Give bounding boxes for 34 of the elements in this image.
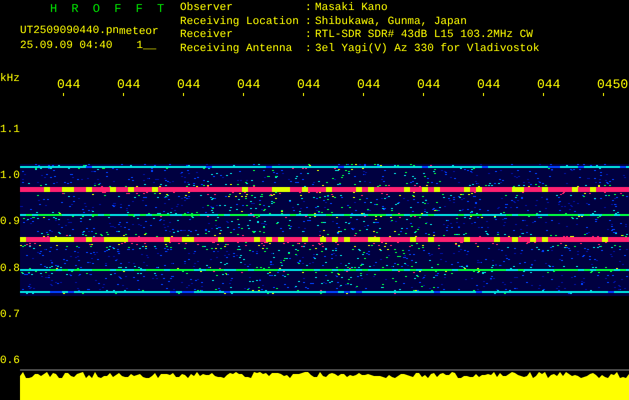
time-label: 044 — [297, 78, 320, 92]
frequency-label: 0.9 — [0, 215, 20, 230]
frequency-label: 0.6 — [0, 354, 20, 368]
time-label: 044 — [237, 78, 260, 92]
app-title: H R O F F T — [49, 2, 168, 16]
timestamp: 25.09.09 04:40 — [20, 40, 112, 53]
info-value: RTL-SDR SDR# 43dB L15 103.2MHz CW — [315, 29, 534, 42]
info-label: Receiver — [180, 29, 234, 42]
info-label: Observer — [180, 2, 234, 16]
frequency-label: 1.0 — [0, 169, 20, 184]
file-name: UT2509090440.pn — [20, 25, 120, 38]
info-label: Receiving Location — [180, 16, 300, 29]
frequency-label: 0.8 — [0, 262, 20, 276]
info-separator: : — [305, 42, 313, 56]
info-value: 3el Yagi(V) Az 330 for Vladivostok — [315, 42, 540, 56]
frequency-label: 1.1 — [0, 123, 20, 137]
info-label: Receiving Antenna — [180, 42, 294, 56]
time-label: 044 — [57, 78, 80, 92]
time-label: 044 — [177, 78, 200, 92]
info-separator: : — [305, 29, 313, 42]
time-label: 044 — [417, 78, 440, 92]
time-label: 044 — [477, 78, 500, 92]
time-label: 044 — [357, 78, 380, 92]
axis-unit: kHz — [0, 73, 20, 85]
info-value: Shibukawa, Gunma, Japan — [315, 16, 468, 29]
frequency-label: 0.7 — [0, 308, 20, 322]
time-label: 044 — [537, 78, 560, 92]
time-label: 0450 — [597, 78, 628, 92]
counter: 1__ — [136, 40, 156, 53]
time-label: 044 — [117, 78, 140, 92]
category-label: meteor — [119, 26, 159, 38]
info-separator: : — [305, 16, 313, 29]
info-separator: : — [305, 2, 313, 16]
info-value: Masaki Kano — [315, 2, 389, 16]
